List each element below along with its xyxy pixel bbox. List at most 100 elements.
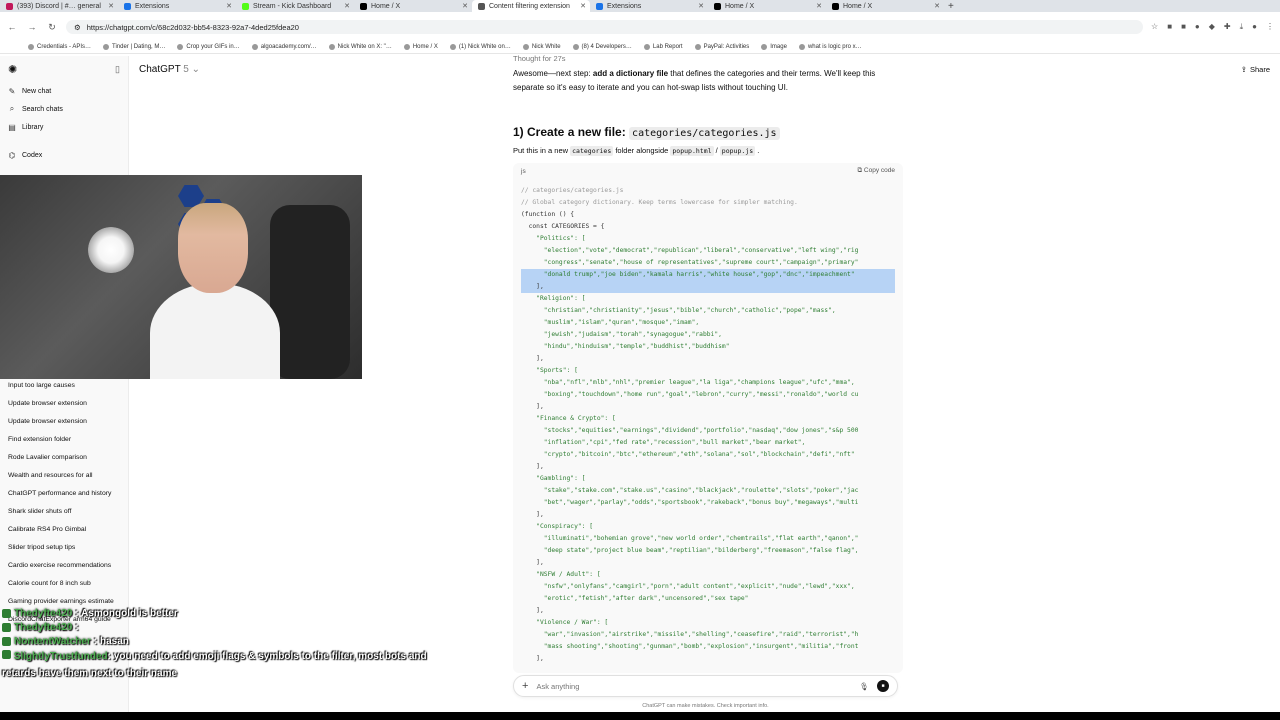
chat-history-item[interactable]: Shark slider shuts off <box>0 502 129 520</box>
bookmark-item[interactable]: Credentials - APIs… <box>28 43 91 50</box>
browser-toolbar: ← → ↻ ⚙ https://chatgpt.com/c/68c2d032-b… <box>0 18 1280 36</box>
openai-logo-icon[interactable]: ✺ <box>8 63 17 76</box>
bookmark-item[interactable]: Image <box>761 43 787 50</box>
extension-icon[interactable]: ■ <box>1167 22 1172 32</box>
chat-history-item[interactable]: Slider tripod setup tips <box>0 538 129 556</box>
download-icon[interactable]: ⤓ <box>1240 22 1244 32</box>
bookmark-favicon-icon <box>643 43 650 50</box>
bookmark-item[interactable]: Crop your GIFs in… <box>177 43 240 50</box>
bookmark-item[interactable]: Nick White on X: "… <box>328 43 392 50</box>
share-button[interactable]: ⇪ Share <box>1241 65 1270 74</box>
code-content[interactable]: // categories/categories.js // Global cat… <box>513 179 903 671</box>
reload-icon[interactable]: ↻ <box>46 22 58 33</box>
favicon-icon <box>6 2 13 10</box>
plus-icon[interactable]: + <box>522 680 528 692</box>
code-line: "Politics": [ <box>521 235 586 242</box>
close-icon[interactable]: ✕ <box>934 2 940 10</box>
forward-icon[interactable]: → <box>26 22 38 32</box>
instruction-text: Put this in a new categories folder alon… <box>513 144 903 158</box>
tab-title: Extensions <box>135 2 170 10</box>
copy-code-button[interactable]: ⧉ Copy code <box>857 167 895 175</box>
chat-history-item[interactable]: Calorie count for 8 inch sub <box>0 574 129 592</box>
model-name: ChatGPT <box>139 63 181 75</box>
bookmark-favicon-icon <box>798 43 805 50</box>
chat-history-item[interactable]: Cardio exercise recommendations <box>0 556 129 574</box>
extension-icon[interactable]: ■ <box>1181 22 1186 32</box>
puzzle-icon[interactable]: ✚ <box>1224 22 1231 32</box>
bookmark-favicon-icon <box>449 43 456 50</box>
code-line: "Sports": [ <box>521 367 578 374</box>
browser-tab[interactable]: Extensions ✕ <box>118 0 236 12</box>
code-line: ], <box>521 559 544 566</box>
close-icon[interactable]: ✕ <box>226 2 232 10</box>
close-icon[interactable]: ✕ <box>698 2 704 10</box>
browser-tab[interactable]: Home / X ✕ <box>826 0 944 12</box>
close-icon[interactable]: ✕ <box>816 2 822 10</box>
profile-icon[interactable]: ● <box>1252 22 1257 32</box>
new-tab-icon[interactable]: + <box>948 1 954 12</box>
bookmark-item[interactable]: PayPal: Activities <box>694 43 749 50</box>
chat-history-item[interactable]: Update browser extension <box>0 412 129 430</box>
chat-history-item[interactable]: Wealth and resources for all <box>0 466 129 484</box>
close-icon[interactable]: ✕ <box>108 2 114 10</box>
browser-tab[interactable]: Home / X ✕ <box>354 0 472 12</box>
bookmark-star-icon[interactable]: ☆ <box>1151 22 1158 32</box>
code-line: "Gambling": [ <box>521 475 586 482</box>
browser-tab[interactable]: Extensions ✕ <box>590 0 708 12</box>
bookmark-item[interactable]: Lab Report <box>643 43 683 50</box>
share-icon: ⇪ <box>1240 64 1247 74</box>
back-icon[interactable]: ← <box>6 22 18 32</box>
address-bar[interactable]: ⚙ https://chatgpt.com/c/68c2d032-bb54-83… <box>66 20 1144 34</box>
prompt-input[interactable] <box>536 681 852 691</box>
extension-icon[interactable]: ◆ <box>1209 22 1215 32</box>
bookmark-item[interactable]: Tinder | Dating, M… <box>103 43 165 50</box>
sidebar-item-library[interactable]: ▤ Library <box>0 118 128 136</box>
kick-badge-icon <box>2 622 11 632</box>
code-line: ], <box>521 655 544 662</box>
code-line: "crypto","bitcoin","btc","ethereum","eth… <box>521 451 855 458</box>
stream-chat-message: SlightlyTrustfunded: you need to add emo… <box>2 648 442 682</box>
favicon-icon <box>478 2 485 10</box>
bookmark-label: Crop your GIFs in… <box>186 43 240 50</box>
chat-history-item[interactable]: Find extension folder <box>0 430 129 448</box>
chat-history-list: Input too large causes Update browser ext… <box>0 376 129 628</box>
bookmark-item[interactable]: Nick White <box>522 43 561 50</box>
close-icon[interactable]: ✕ <box>344 2 350 10</box>
bookmark-item[interactable]: algoacademy.com/… <box>251 43 317 50</box>
bookmark-item[interactable]: (1) Nick White on… <box>449 43 511 50</box>
favicon-icon <box>832 2 839 10</box>
favicon-icon <box>242 2 249 10</box>
heading-text: 1) Create a new file: <box>513 125 630 139</box>
close-icon[interactable]: ✕ <box>580 2 586 10</box>
bookmark-label: Home / X <box>412 43 438 50</box>
streamer <box>150 203 280 379</box>
chat-history-item[interactable]: ChatGPT performance and history <box>0 484 129 502</box>
close-icon[interactable]: ✕ <box>462 2 468 10</box>
thought-duration[interactable]: Thought for 27s <box>513 52 903 66</box>
microphone-icon[interactable]: 🎙 <box>859 682 869 691</box>
sidebar-item-new-chat[interactable]: ✎ New chat <box>0 82 128 100</box>
bookmark-item[interactable]: (8) 4 Developers… <box>572 43 632 50</box>
browser-tab[interactable]: Content filtering extension ✕ <box>472 0 590 12</box>
browser-tab[interactable]: (393) Discord | #… general ✕ <box>0 0 118 12</box>
sidebar-item-search-chats[interactable]: ⌕ Search chats <box>0 100 128 118</box>
bookmark-label: Nick White on X: "… <box>337 43 392 50</box>
sidebar-item-label: Library <box>22 123 44 131</box>
chat-history-item[interactable]: Calibrate RS4 Pro Gimbal <box>0 520 129 538</box>
stop-button[interactable]: ■ <box>877 680 889 692</box>
chat-history-item[interactable]: Update browser extension <box>0 394 129 412</box>
bookmark-item[interactable]: what is logic pro x… <box>798 43 862 50</box>
menu-icon[interactable]: ⋮ <box>1266 22 1274 32</box>
browser-tab[interactable]: Home / X ✕ <box>708 0 826 12</box>
inline-code: popup.html <box>670 146 714 156</box>
code-line: "stocks","equities","earnings","dividend… <box>521 427 859 434</box>
browser-tab[interactable]: Stream - Kick Dashboard ✕ <box>236 0 354 12</box>
site-info-icon[interactable]: ⚙ <box>74 23 81 32</box>
extension-icon[interactable]: ● <box>1195 22 1200 32</box>
tab-title: Home / X <box>371 2 401 10</box>
model-selector[interactable]: ChatGPT 5 ⌄ <box>139 64 200 75</box>
sidebar-toggle-icon[interactable]: ▯ <box>115 64 120 75</box>
sidebar-item-codex[interactable]: ⌬ Codex <box>0 146 128 164</box>
bookmark-item[interactable]: Home / X <box>403 43 438 50</box>
chat-history-item[interactable]: Rode Lavalier comparison <box>0 448 129 466</box>
